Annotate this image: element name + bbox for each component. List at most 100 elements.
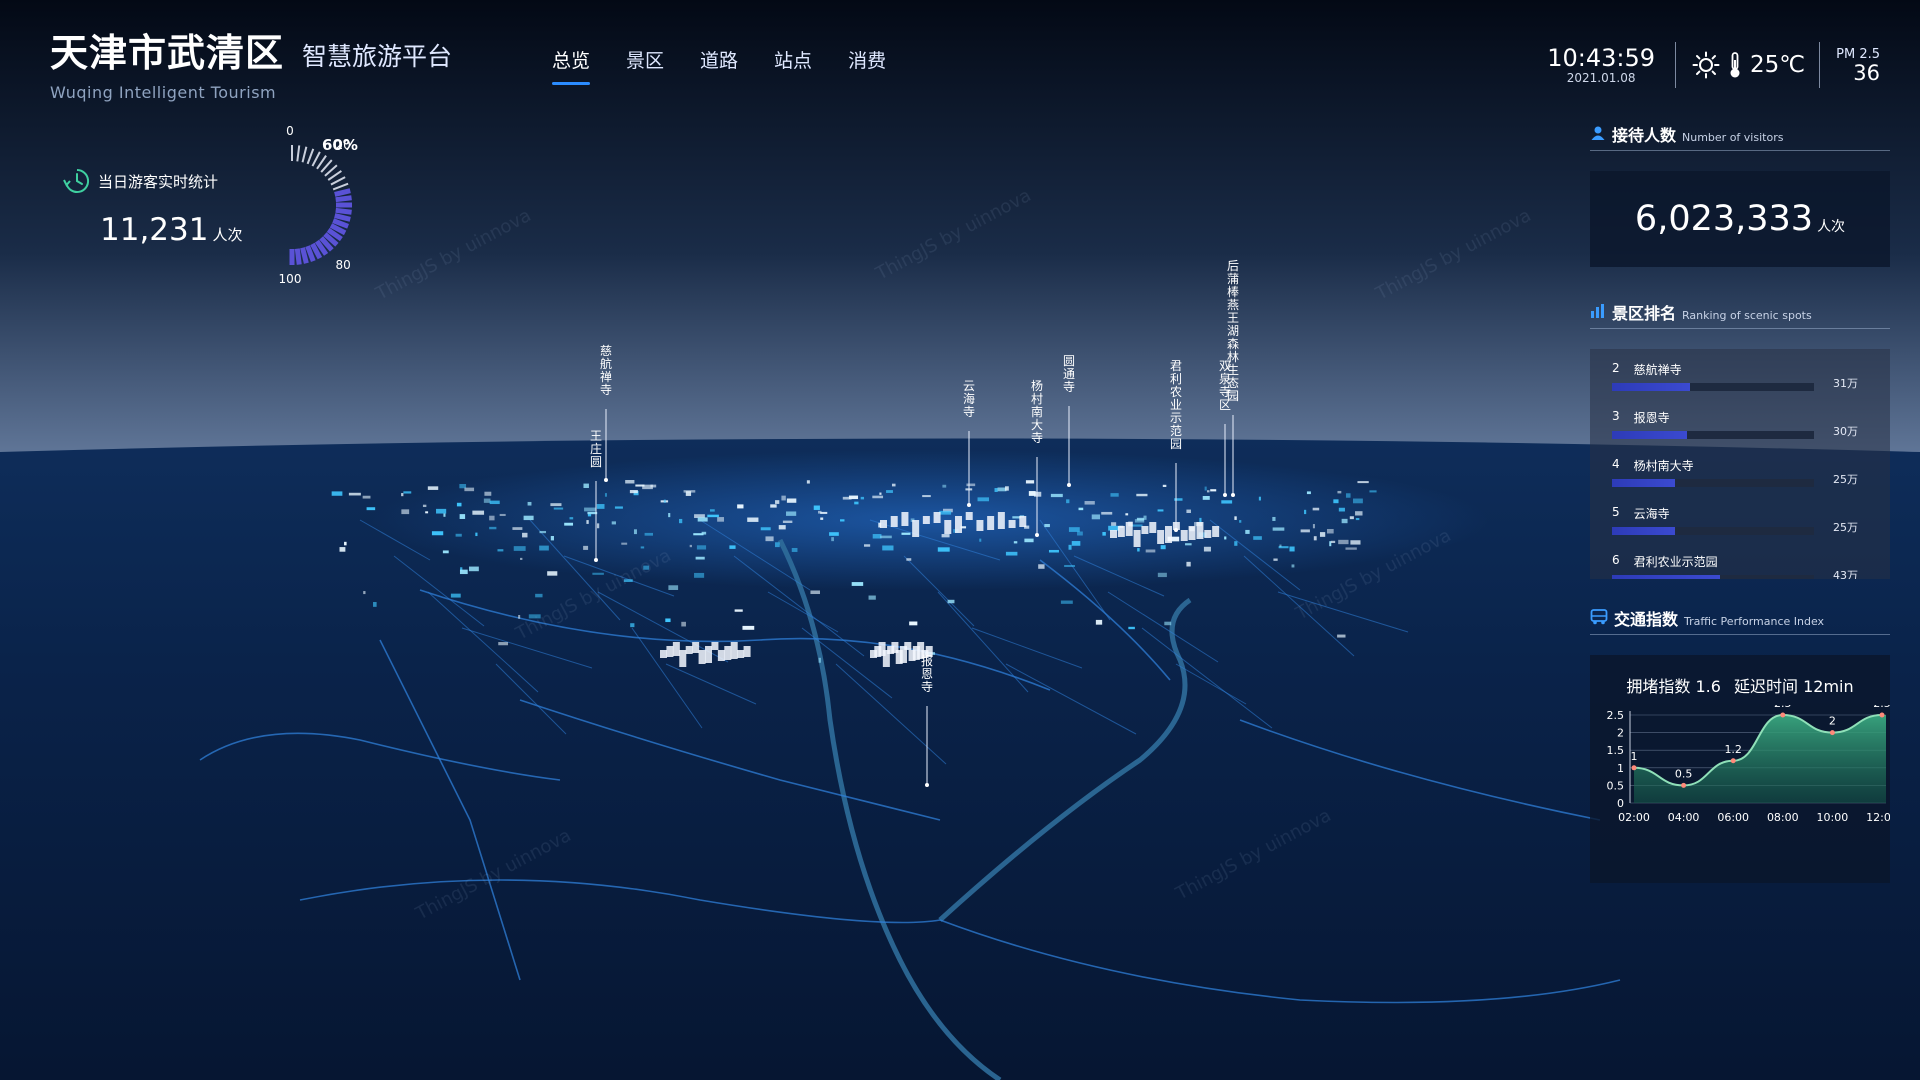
gauge-tick <box>306 148 315 165</box>
map-building <box>1196 522 1204 539</box>
map-building <box>1180 530 1188 541</box>
map-light <box>1111 522 1117 527</box>
map-light <box>611 521 616 525</box>
nav-item-roads[interactable]: 道路 <box>700 46 738 85</box>
today-header: 当日游客实时统计 <box>62 166 218 196</box>
map-light <box>1289 546 1295 552</box>
map-light <box>829 532 839 536</box>
map-building <box>944 520 952 534</box>
map-light <box>489 515 495 521</box>
map-light <box>436 508 447 514</box>
chart-xtick: 12:00 <box>1866 811 1890 824</box>
gauge-tick <box>335 195 352 203</box>
nav-item-stations[interactable]: 站点 <box>774 46 812 85</box>
map-light <box>427 486 439 490</box>
map-building <box>705 646 712 663</box>
ranking-item[interactable]: 5 云海寺 25万 <box>1612 505 1858 553</box>
map-light <box>604 493 607 497</box>
pm25-value: 36 <box>1853 60 1880 85</box>
ranking-item[interactable]: 3 报恩寺 30万 <box>1612 409 1858 457</box>
map-light <box>1355 511 1363 516</box>
map-light <box>425 511 429 514</box>
rank-bar-track <box>1612 527 1814 535</box>
map-building <box>1188 526 1196 540</box>
traffic-box: 拥堵指数 1.6 延迟时间 12min 0 0.5 1 1.5 2 2.5 1 02:00 0.… <box>1590 655 1890 883</box>
map-light <box>947 599 955 604</box>
map-light <box>747 517 759 522</box>
map-light <box>994 488 998 492</box>
map-light <box>851 582 864 586</box>
map-light <box>1136 493 1148 497</box>
map-light <box>362 495 371 499</box>
ranking-list[interactable]: 2 慈航禅寺 31万 3 报恩寺 30万 4 杨村南大寺 25万 5 云海寺 25万 6… <box>1590 349 1890 579</box>
map-light <box>729 545 736 549</box>
map-building <box>997 512 1005 529</box>
map-light <box>880 535 892 539</box>
city-glow <box>370 450 1490 590</box>
map-light <box>1210 489 1217 492</box>
map-light <box>512 527 523 530</box>
map-light <box>520 557 523 560</box>
ranking-item[interactable]: 6 君利农业示范园 43万 <box>1612 553 1858 579</box>
map-marker-dot <box>1067 483 1071 487</box>
map-light <box>1095 619 1103 625</box>
map-light <box>584 507 596 512</box>
map-building <box>666 646 674 657</box>
map-light <box>1253 536 1262 540</box>
map-light <box>1102 531 1106 536</box>
chart-xtick: 08:00 <box>1767 811 1799 824</box>
gauge-tick <box>300 247 309 264</box>
nav-item-overview[interactable]: 总览 <box>552 46 591 85</box>
map-light <box>523 515 534 521</box>
map-building <box>692 642 700 653</box>
map-building <box>679 650 687 667</box>
nav-item-consumption[interactable]: 消费 <box>848 46 886 85</box>
gauge-tick <box>332 182 349 191</box>
map-light <box>697 517 708 522</box>
map-light <box>464 487 475 492</box>
gauge-tick <box>294 248 302 265</box>
map-light <box>1066 499 1070 504</box>
map-light <box>484 491 492 496</box>
map-light <box>778 525 786 530</box>
map-light <box>1162 484 1167 487</box>
map-light <box>840 519 845 522</box>
map-marker-label: 君利农业示范园 <box>1170 359 1182 451</box>
map-light <box>1157 509 1164 512</box>
map-light <box>818 657 821 663</box>
map-light <box>742 625 755 630</box>
ranking-item[interactable]: 2 慈航禅寺 31万 <box>1612 361 1858 409</box>
clock: 10:43:59 2021.01.08 <box>1547 45 1675 85</box>
map-light <box>695 556 705 560</box>
map-light <box>1033 491 1042 497</box>
chart-ytick: 0.5 <box>1607 779 1625 792</box>
nav-item-scenic[interactable]: 景区 <box>626 46 664 85</box>
map-light <box>1234 541 1238 546</box>
map-light <box>1369 490 1377 493</box>
gauge-tick <box>334 188 351 197</box>
ranking-item[interactable]: 4 杨村南大寺 25万 <box>1612 457 1858 505</box>
map-light <box>1078 507 1084 511</box>
map-light <box>734 609 743 612</box>
map-light <box>497 549 504 552</box>
map-light <box>775 500 780 504</box>
rank-value: 25万 <box>1833 473 1858 486</box>
brand-subtitle: 智慧旅游平台 <box>302 42 453 71</box>
clock-time: 10:43:59 <box>1547 44 1656 72</box>
map-light <box>941 534 950 538</box>
map-marker-label: 双泉寺区 <box>1219 359 1231 412</box>
chart-ytick: 2.5 <box>1607 709 1625 722</box>
map-light <box>1185 543 1192 546</box>
map-marker-dot <box>1223 493 1227 497</box>
map-building <box>1212 526 1220 537</box>
map-light <box>1110 493 1119 497</box>
chart-data-label: 0.5 <box>1675 767 1693 780</box>
map-building <box>1149 522 1157 533</box>
map-building <box>1141 526 1149 534</box>
map-building <box>717 650 725 661</box>
map-light <box>1164 621 1172 626</box>
map-light <box>882 545 894 551</box>
map-light <box>442 550 449 554</box>
map-light <box>583 483 589 489</box>
map-light <box>966 483 976 487</box>
